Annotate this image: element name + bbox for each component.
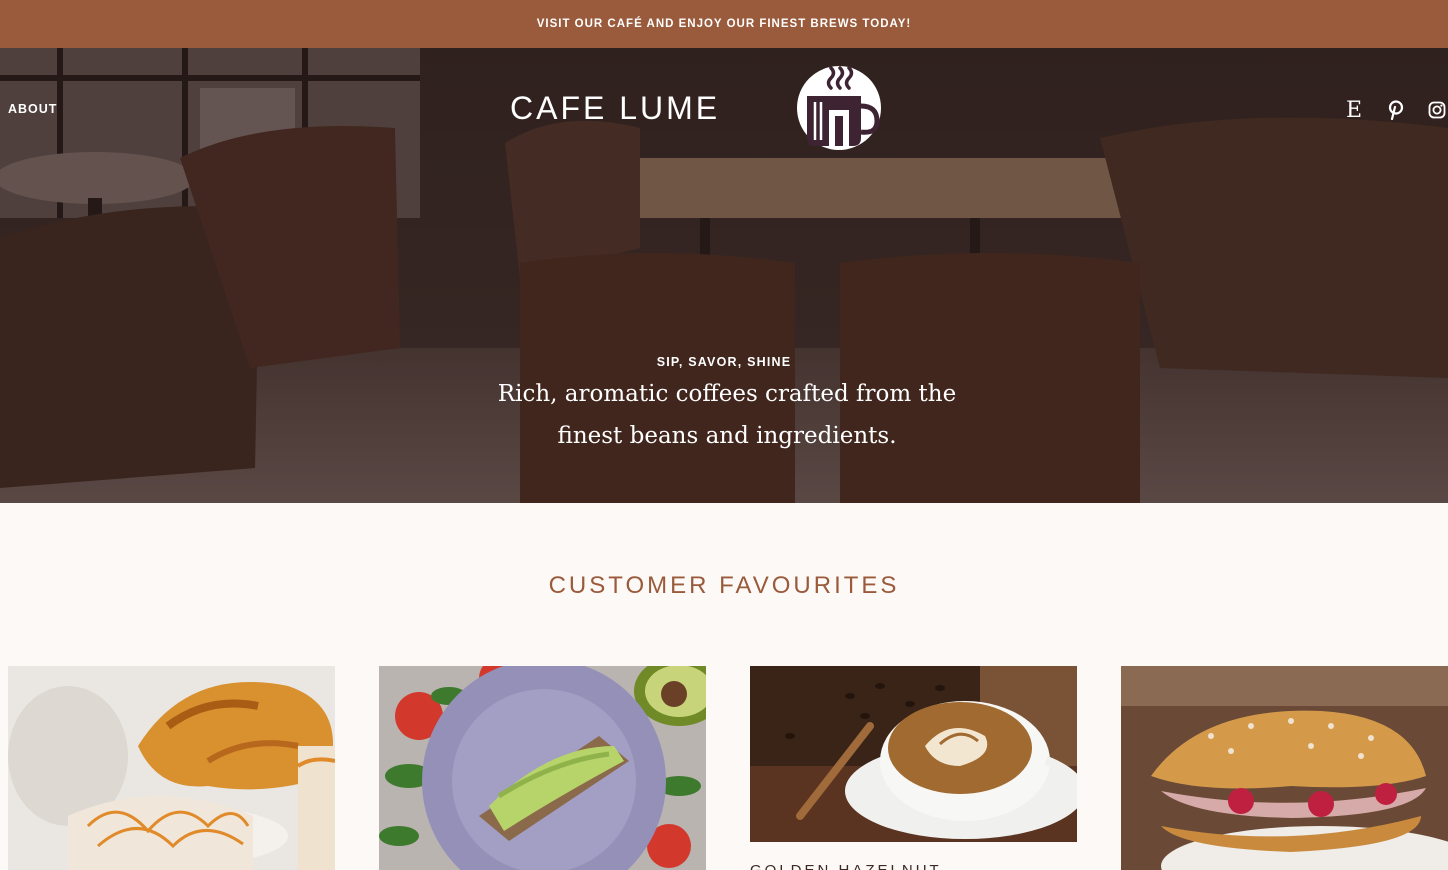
site-title[interactable]: CAFE LUME xyxy=(510,90,720,127)
latte-art-photo[interactable] xyxy=(750,666,1077,842)
card-title[interactable]: GOLDEN HAZELNUT xyxy=(750,862,942,870)
section-title: CUSTOMER FAVOURITES xyxy=(548,572,900,599)
favourite-card[interactable] xyxy=(8,666,335,870)
hero-description: Rich, aromatic coffees crafted from the … xyxy=(497,381,957,449)
announcement-text: VISIT OUR CAFÉ AND ENJOY OUR FINEST BREW… xyxy=(536,18,912,30)
hero-tagline: SIP, SAVOR, SHINE xyxy=(656,355,792,369)
avocado-toast-photo[interactable] xyxy=(379,666,706,870)
favourite-card[interactable] xyxy=(379,666,706,870)
raspberry-croissant-photo[interactable] xyxy=(1121,666,1448,870)
favourite-card[interactable] xyxy=(1121,666,1448,870)
etsy-icon[interactable]: E xyxy=(1343,98,1365,123)
hero-section: ABOUT CAFE LUME E SIP, SAVOR, SHINE Rich… xyxy=(0,48,1448,503)
pinterest-icon[interactable] xyxy=(1386,98,1406,122)
instagram-icon[interactable] xyxy=(1427,98,1447,122)
coffee-cup-logo-icon[interactable] xyxy=(797,66,881,154)
announcement-bar: VISIT OUR CAFÉ AND ENJOY OUR FINEST BREW… xyxy=(0,0,1448,48)
nav-about-link[interactable]: ABOUT xyxy=(8,102,57,116)
favourite-card[interactable]: GOLDEN HAZELNUT xyxy=(750,666,1077,870)
caramel-latte-croissant-photo[interactable] xyxy=(8,666,335,870)
